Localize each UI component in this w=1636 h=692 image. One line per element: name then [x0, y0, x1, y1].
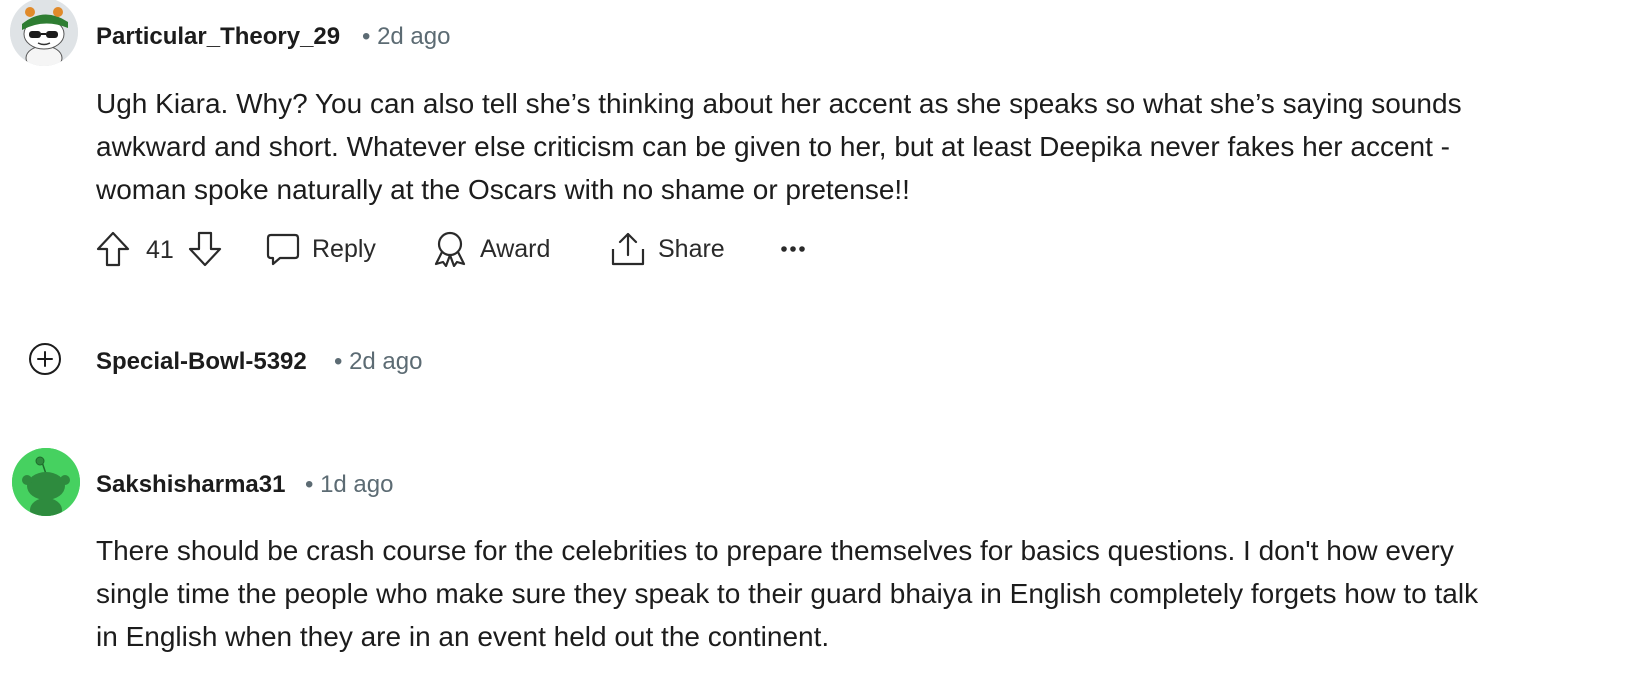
reply-button[interactable]: Reply	[266, 231, 376, 267]
speech-bubble-icon	[266, 231, 300, 267]
snoo-avatar-image	[10, 0, 78, 66]
comment-text-line: Ugh Kiara. Why? You can also tell she’s …	[96, 88, 1462, 119]
reply-label: Reply	[312, 234, 376, 263]
award-button[interactable]: Award	[432, 231, 550, 267]
comment-timestamp[interactable]: • 2d ago	[362, 23, 450, 51]
comment-author[interactable]: Sakshisharma31	[96, 471, 285, 499]
ellipsis-icon	[781, 246, 805, 252]
vote-score: 41	[146, 236, 174, 265]
avatar[interactable]	[12, 448, 80, 516]
more-options-button[interactable]	[780, 240, 806, 258]
vote-count: 41	[146, 236, 174, 264]
arrow-down-icon	[188, 231, 222, 267]
share-label: Share	[658, 234, 725, 263]
comment-text-line: in English when they are in an event hel…	[96, 621, 830, 652]
comment-text-line: single time the people who make sure the…	[96, 578, 1479, 609]
downvote-button[interactable]	[188, 231, 222, 267]
comment-timestamp[interactable]: • 2d ago	[334, 348, 422, 376]
comment-text-line: There should be crash course for the cel…	[96, 535, 1454, 566]
comment-body: Ugh Kiara. Why? You can also tell she’s …	[96, 82, 1462, 211]
share-upload-icon	[610, 231, 646, 267]
upvote-button[interactable]	[96, 231, 130, 267]
plus-circle-icon	[29, 343, 61, 375]
snoo-avatar-image	[12, 448, 80, 516]
comment-author[interactable]: Special-Bowl-5392	[96, 348, 307, 376]
comment-author[interactable]: Particular_Theory_29	[96, 23, 340, 51]
avatar[interactable]	[10, 0, 78, 66]
expand-comment-button[interactable]	[28, 342, 62, 376]
comment-body: There should be crash course for the cel…	[96, 529, 1478, 658]
comment-text-line: awkward and short. Whatever else critici…	[96, 131, 1450, 162]
award-ribbon-icon	[432, 231, 468, 267]
arrow-up-icon	[96, 231, 130, 267]
share-button[interactable]: Share	[610, 231, 725, 267]
award-label: Award	[480, 234, 551, 263]
comment-text-line: woman spoke naturally at the Oscars with…	[96, 174, 910, 205]
comment-timestamp[interactable]: • 1d ago	[305, 471, 393, 499]
